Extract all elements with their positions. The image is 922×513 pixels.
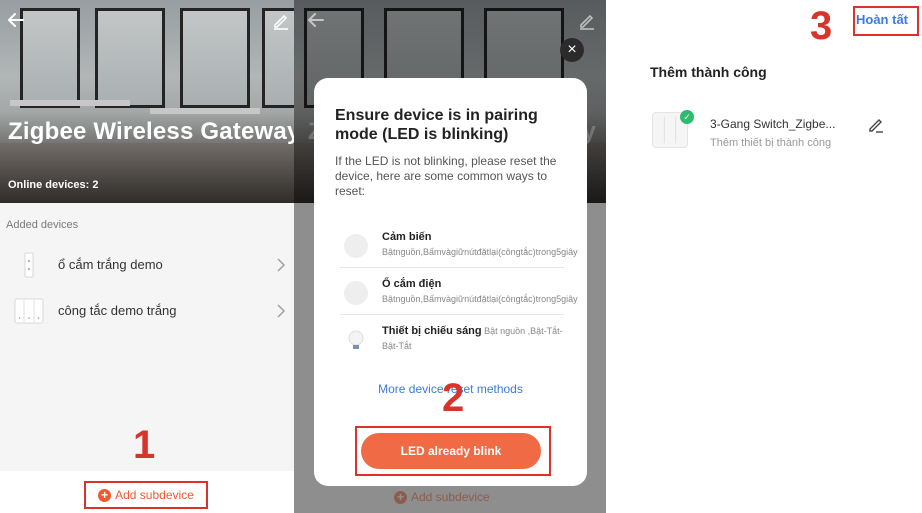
plus-icon: +: [98, 488, 112, 502]
plug-icon: [344, 281, 368, 305]
bulb-icon: [348, 330, 364, 349]
add-subdevice-button[interactable]: + Add subdevice: [84, 481, 208, 509]
online-devices-count: Online devices: 2: [8, 179, 99, 191]
back-arrow-icon[interactable]: [6, 10, 26, 30]
method-name: Ổ cắm điện: [382, 278, 442, 290]
device-row-switch[interactable]: công tắc demo trắng: [0, 290, 294, 334]
step-3-marker: 3: [810, 4, 833, 48]
led-already-blink-button[interactable]: LED already blink: [361, 433, 541, 469]
gateway-hero-image: [0, 0, 294, 203]
added-devices-label: Added devices: [6, 219, 79, 231]
step-1-marker: 1: [133, 423, 156, 467]
pairing-screen: Zigbee Wireless Gateway + Add subdevice …: [294, 0, 606, 513]
device-name: ổ cắm trắng demo: [58, 257, 163, 272]
method-name: Cảm biến: [382, 231, 432, 243]
gateway-title: Zigbee Wireless Gateway: [8, 118, 294, 145]
chevron-right-icon: [277, 304, 286, 318]
gateway-screen: Zigbee Wireless Gateway Online devices: …: [0, 0, 294, 513]
step-2-marker: 2: [442, 376, 465, 420]
method-text: Bậtnguồn,Bấmvàgiữnútđặtlại(côngtắc)trong…: [382, 294, 578, 304]
add-subdevice-label: Add subdevice: [115, 488, 194, 502]
pairing-dialog: Ensure device is in pairing mode (LED is…: [314, 78, 587, 486]
socket-icon: [24, 252, 34, 278]
method-name: Thiết bị chiếu sáng: [382, 325, 482, 337]
edit-pencil-icon[interactable]: [868, 117, 884, 133]
success-screen: 3 Hoàn tất Thêm thành công ✓ 3-Gang Swit…: [606, 0, 922, 513]
device-row-socket[interactable]: ổ cắm trắng demo: [0, 244, 294, 288]
method-text: Bậtnguồn,Bấmvàgiữnútđặtlại(côngtắc)trong…: [382, 247, 578, 257]
sensor-icon: [344, 234, 368, 258]
reset-method-bulb: Thiết bị chiếu sáng Bật nguồn ,Bật-Tắt-B…: [340, 322, 564, 368]
edit-pencil-icon: [580, 14, 594, 30]
edit-pencil-icon[interactable]: [272, 12, 290, 30]
dialog-description: If the LED is not blinking, please reset…: [335, 154, 557, 198]
device-name: công tắc demo trắng: [58, 303, 177, 318]
added-device-status: Thêm thiết bị thành công: [710, 137, 832, 149]
check-icon: ✓: [680, 110, 694, 124]
close-icon[interactable]: ×: [560, 38, 584, 62]
added-device-name[interactable]: 3-Gang Switch_Zigbe...: [710, 117, 835, 131]
dialog-title: Ensure device is in pairing mode (LED is…: [335, 107, 538, 143]
chevron-right-icon: [277, 258, 286, 272]
done-button[interactable]: Hoàn tất: [856, 12, 908, 27]
success-title: Thêm thành công: [650, 64, 767, 80]
switch-icon: [14, 298, 44, 324]
back-arrow-icon: [308, 13, 324, 27]
